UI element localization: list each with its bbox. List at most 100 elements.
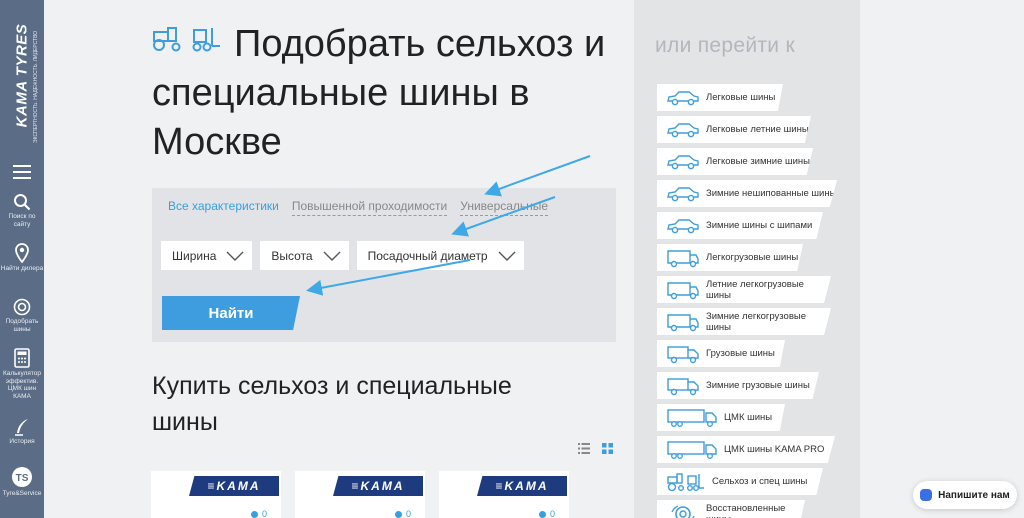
category-link[interactable]: Зимние шины с шипами	[657, 212, 823, 239]
brand-tagline: ЭКСПЕРТНОСТЬ. НАДЕЖНОСТЬ. ЛИДЕРСТВО	[33, 30, 39, 143]
category-label: Грузовые шины	[706, 348, 775, 359]
car-icon	[666, 122, 700, 138]
filter-selects: Ширина Высота Посадочный диаметр	[161, 241, 524, 270]
catalog-title: Купить сельхоз и специальные шины	[152, 372, 512, 436]
left-sidebar: KAMA TYRES ЭКСПЕРТНОСТЬ. НАДЕЖНОСТЬ. ЛИД…	[0, 0, 44, 518]
sidebar-item-search[interactable]: Поиск по сайту	[0, 193, 44, 228]
sidebar-item-label: Поиск по сайту	[8, 213, 36, 228]
page-title: Подобрать сельхоз и специальные шины в М…	[152, 20, 622, 167]
lorry-icon	[666, 408, 718, 428]
category-link[interactable]: Сельхоз и спец шины	[657, 468, 823, 495]
menu-button[interactable]	[0, 165, 44, 179]
height-select-label: Высота	[271, 248, 313, 263]
lorry-icon	[666, 440, 718, 460]
chevron-down-icon	[498, 251, 516, 261]
category-label: ЦМК шины KAMA PRO	[724, 444, 825, 455]
brand-name: KAMA TYRES	[13, 23, 31, 127]
likes-count: 0	[261, 509, 267, 518]
sidebar-item-label: Tyre&Service	[2, 490, 42, 497]
category-label: Легковые зимние шины	[706, 156, 810, 167]
category-link[interactable]: Грузовые шины	[657, 340, 785, 367]
sidebar-item-dealer[interactable]: Найти дилера	[0, 243, 44, 273]
tire-recycle-icon	[666, 504, 700, 518]
sidebar-item-tyre-service[interactable]: TS Tyre&Service	[0, 466, 44, 498]
chat-bubble-icon	[920, 489, 933, 501]
sidebar-item-history[interactable]: История	[0, 418, 44, 446]
width-select-label: Ширина	[172, 248, 217, 263]
quill-icon	[15, 419, 28, 436]
height-select[interactable]: Высота	[260, 241, 349, 270]
sidebar-item-calculator[interactable]: Калькулятор эффектив. ЦМК шин КАМА	[0, 348, 44, 400]
van-icon	[666, 312, 700, 332]
likes-counter[interactable]: 0	[250, 509, 267, 518]
category-link[interactable]: Легкогрузовые шины	[657, 244, 803, 271]
like-dot-icon	[538, 510, 546, 518]
truck-icon	[666, 344, 700, 364]
product-card[interactable]: ≡KAMA 0	[151, 471, 281, 518]
chevron-down-icon	[226, 251, 244, 261]
likes-counter[interactable]: 0	[538, 509, 555, 518]
category-link[interactable]: Легковые зимние шины	[657, 148, 813, 175]
category-label: Зимние нешипованные шины	[706, 188, 837, 199]
category-link[interactable]: ЦМК шины KAMA PRO	[657, 436, 835, 463]
kama-logo: ≡KAMA	[189, 476, 279, 496]
van-icon	[666, 248, 700, 268]
find-button[interactable]: Найти	[162, 296, 300, 330]
search-icon	[14, 194, 31, 211]
category-label: Восстановленные шины	[706, 502, 786, 518]
category-link[interactable]: ЦМК шины	[657, 404, 785, 431]
tab-all-characteristics[interactable]: Все характеристики	[168, 199, 279, 216]
category-label: Легкогрузовые шины	[706, 252, 799, 263]
sidebar-item-label: История	[9, 438, 35, 445]
van-icon	[666, 280, 700, 300]
car-icon	[666, 90, 700, 106]
product-card[interactable]: ≡KAMA 0	[295, 471, 425, 518]
tractor-icon	[666, 472, 706, 492]
rim-diameter-select[interactable]: Посадочный диаметр	[356, 241, 524, 270]
grid-view-icon[interactable]	[602, 443, 613, 454]
brand-tagline-wrap: ЭКСПЕРТНОСТЬ. НАДЕЖНОСТЬ. ЛИДЕРСТВО	[31, 20, 39, 143]
map-pin-icon	[15, 243, 29, 263]
filter-tabs: Все характеристики Повышенной проходимос…	[168, 199, 549, 216]
category-link[interactable]: Зимние нешипованные шины	[657, 180, 837, 207]
chat-button-label: Напишите нам	[938, 489, 1010, 501]
category-label: Легковые шины	[706, 92, 776, 103]
tyre-service-logo-icon: TS	[12, 467, 32, 487]
kama-logo: ≡KAMA	[477, 476, 567, 496]
page-title-text: Подобрать сельхоз и специальные шины в М…	[152, 23, 606, 163]
sidebar-item-label: Найти дилера	[0, 265, 44, 272]
chat-button[interactable]: Напишите нам	[913, 481, 1017, 509]
tire-icon	[13, 298, 31, 316]
car-icon	[666, 154, 700, 170]
category-label: Зимние шины с шипами	[706, 220, 813, 231]
likes-counter[interactable]: 0	[394, 509, 411, 518]
car-icon	[666, 186, 700, 202]
category-link[interactable]: Летние легкогрузовые шины	[657, 276, 831, 303]
category-label: Зимние легкогрузовые шины	[706, 310, 806, 333]
category-link[interactable]: Зимние легкогрузовые шины	[657, 308, 831, 335]
calculator-icon	[14, 348, 30, 368]
sidebar-item-tire-select[interactable]: Подобрать шины	[0, 298, 44, 333]
category-link[interactable]: Легковые летние шины	[657, 116, 811, 143]
chevron-down-icon	[323, 251, 341, 261]
product-card[interactable]: ≡KAMA 0	[439, 471, 569, 518]
category-label: ЦМК шины	[724, 412, 773, 423]
view-toggle	[578, 443, 613, 454]
like-dot-icon	[394, 510, 402, 518]
svg-text:TS: TS	[16, 473, 29, 484]
width-select[interactable]: Ширина	[161, 241, 253, 270]
list-view-icon[interactable]	[578, 443, 590, 454]
tab-high-passability[interactable]: Повышенной проходимости	[291, 199, 448, 216]
category-link[interactable]: Восстановленные шины	[657, 500, 805, 518]
category-link[interactable]: Зимние грузовые шины	[657, 372, 819, 399]
category-link[interactable]: Легковые шины	[657, 84, 783, 111]
tab-universal[interactable]: Универсальные	[460, 199, 549, 216]
category-label: Зимние грузовые шины	[706, 380, 810, 391]
sidebar-item-label: Подобрать шины	[5, 318, 39, 333]
rim-diameter-select-label: Посадочный диаметр	[367, 248, 488, 263]
sidebar-item-label: Калькулятор эффектив. ЦМК шин КАМА	[2, 370, 42, 400]
hamburger-icon	[13, 165, 31, 179]
likes-count: 0	[549, 509, 555, 518]
like-dot-icon	[250, 510, 258, 518]
tire-filter-panel: Все характеристики Повышенной проходимос…	[152, 188, 616, 342]
